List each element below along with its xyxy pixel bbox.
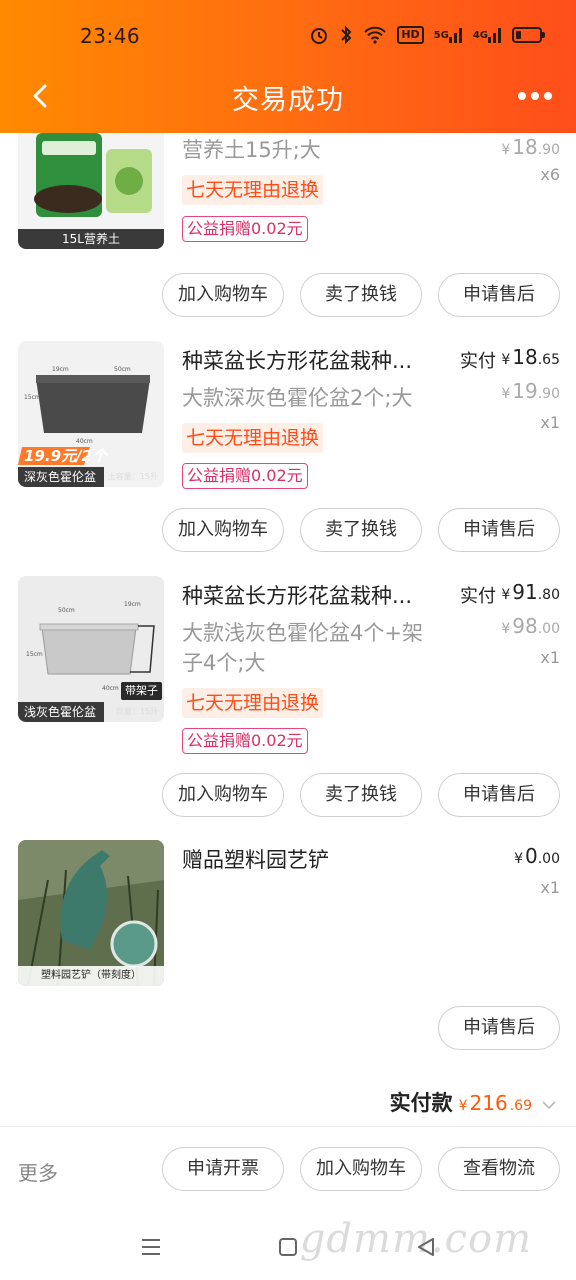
original-price: ¥19.90 — [501, 379, 560, 403]
total-label: 实付款 — [389, 1091, 453, 1115]
order-content: 15L营养土 营养土15升;大 七天无理由退换 公益捐赠0.02元 ¥18.90… — [0, 133, 576, 1126]
home-icon[interactable] — [268, 1232, 308, 1262]
product-name[interactable]: 种菜盆长方形花盆栽种... — [182, 345, 432, 375]
nav-bar: 交易成功 — [0, 68, 576, 124]
quantity: x1 — [540, 878, 560, 897]
product-spec: 大款浅灰色霍伦盆4个+架子4个;大 — [182, 621, 423, 675]
product-thumbnail[interactable]: 19cm 50cm 15cm 40cm 19.9元/2个 深灰色霍伦盆 土容量：… — [18, 341, 164, 487]
add-to-cart-button[interactable]: 加入购物车 — [162, 773, 284, 817]
paid-label: 实付 — [460, 586, 496, 607]
thumb-caption: 15L营养土 — [18, 229, 164, 249]
total-amount: 216 — [469, 1091, 508, 1115]
product-spec: 大款深灰色霍伦盆2个;大 — [182, 386, 413, 410]
svg-text:15cm: 15cm — [24, 394, 41, 401]
original-price: ¥98.00 — [501, 614, 560, 638]
return-policy-tag: 七天无理由退换 — [182, 688, 324, 718]
svg-text:19.9元/2个: 19.9元/2个 — [24, 447, 109, 465]
more-link[interactable]: 更多 — [18, 1157, 58, 1186]
battery-icon — [512, 24, 545, 46]
view-logistics-button[interactable]: 查看物流 — [438, 1147, 560, 1191]
svg-text:50cm: 50cm — [58, 607, 75, 614]
return-policy-tag: 七天无理由退换 — [182, 175, 324, 205]
after-sale-button[interactable]: 申请售后 — [438, 1006, 560, 1050]
alarm-icon — [309, 24, 329, 46]
status-time: 23:46 — [80, 24, 141, 48]
thumb-caption: 浅灰色霍伦盆 — [18, 702, 104, 722]
chevron-down-icon — [542, 1098, 556, 1114]
status-bar: 23:46 HD 5G 4G — [0, 0, 576, 72]
svg-text:19cm: 19cm — [52, 366, 69, 373]
original-price: ¥18.90 — [501, 135, 560, 159]
paid-label: 实付 — [460, 351, 496, 372]
more-options-button[interactable] — [512, 78, 558, 114]
hd-badge: HD — [397, 26, 424, 44]
dot-icon — [531, 92, 539, 100]
order-item: 塑料园艺铲（带刻度） 赠品塑料园艺铲 ¥0.00 x1 — [0, 840, 576, 990]
quantity: x1 — [540, 648, 560, 667]
order-total[interactable]: 实付款 ¥ 216 .69 — [390, 1087, 556, 1117]
product-name[interactable]: 种菜盆长方形花盆栽种... — [182, 580, 432, 610]
signal-4g-icon: 4G — [473, 24, 502, 46]
svg-text:40cm: 40cm — [76, 438, 93, 445]
after-sale-button[interactable]: 申请售后 — [438, 773, 560, 817]
product-thumbnail[interactable]: 塑料园艺铲（带刻度） — [18, 840, 164, 986]
paid-price: ¥91.80 — [501, 580, 560, 604]
signal-5g-icon: 5G — [434, 24, 463, 46]
thumb-caption-capacity: 容量：15升 — [115, 707, 158, 716]
quantity: x1 — [540, 413, 560, 432]
after-sale-button[interactable]: 申请售后 — [438, 273, 560, 317]
header: 23:46 HD 5G 4G 交易成功 — [0, 0, 576, 133]
thumb-caption-capacity: 土容量：15升 — [107, 472, 158, 481]
return-policy-tag: 七天无理由退换 — [182, 423, 324, 453]
product-thumbnail[interactable]: 50cm 19cm 15cm 40cm 带架子 浅灰色霍伦盆 容量：15升 — [18, 576, 164, 722]
status-icons: HD 5G 4G — [309, 24, 545, 46]
back-triangle-icon[interactable] — [406, 1232, 446, 1262]
svg-text:19cm: 19cm — [124, 601, 141, 608]
add-to-cart-button[interactable]: 加入购物车 — [162, 508, 284, 552]
charity-tag: 公益捐赠0.02元 — [182, 728, 308, 754]
add-to-cart-button[interactable]: 加入购物车 — [162, 273, 284, 317]
svg-text:40cm: 40cm — [102, 685, 119, 692]
svg-text:15cm: 15cm — [26, 651, 43, 658]
order-item: 19cm 50cm 15cm 40cm 19.9元/2个 深灰色霍伦盆 土容量：… — [0, 341, 576, 491]
thumb-badge: 带架子 — [121, 682, 162, 700]
charity-tag: 公益捐赠0.02元 — [182, 216, 308, 242]
system-nav-bar: gdmm.com — [0, 1216, 576, 1280]
resell-button[interactable]: 卖了换钱 — [300, 273, 422, 317]
dot-icon — [544, 92, 552, 100]
page-title: 交易成功 — [232, 85, 344, 116]
product-spec: 营养土15升;大 — [182, 138, 321, 162]
bluetooth-icon — [339, 24, 353, 46]
bottom-action-bar: 更多 申请开票 加入购物车 查看物流 — [0, 1126, 576, 1216]
wifi-icon — [363, 24, 387, 46]
dot-icon — [518, 92, 526, 100]
product-thumbnail[interactable]: 15L营养土 — [18, 133, 164, 249]
menu-icon[interactable] — [131, 1232, 171, 1262]
add-to-cart-button[interactable]: 加入购物车 — [300, 1147, 422, 1191]
resell-button[interactable]: 卖了换钱 — [300, 508, 422, 552]
charity-tag: 公益捐赠0.02元 — [182, 463, 308, 489]
thumb-caption: 塑料园艺铲（带刻度） — [18, 966, 164, 986]
paid-price: ¥18.65 — [501, 345, 560, 369]
quantity: x6 — [540, 165, 560, 184]
product-name[interactable]: 赠品塑料园艺铲 — [182, 844, 432, 874]
resell-button[interactable]: 卖了换钱 — [300, 773, 422, 817]
thumb-caption: 深灰色霍伦盆 — [18, 467, 104, 487]
request-invoice-button[interactable]: 申请开票 — [162, 1147, 284, 1191]
paid-price: ¥0.00 — [514, 844, 560, 868]
after-sale-button[interactable]: 申请售后 — [438, 508, 560, 552]
svg-text:50cm: 50cm — [114, 366, 131, 373]
order-item: 50cm 19cm 15cm 40cm 带架子 浅灰色霍伦盆 容量：15升 种菜… — [0, 576, 576, 754]
